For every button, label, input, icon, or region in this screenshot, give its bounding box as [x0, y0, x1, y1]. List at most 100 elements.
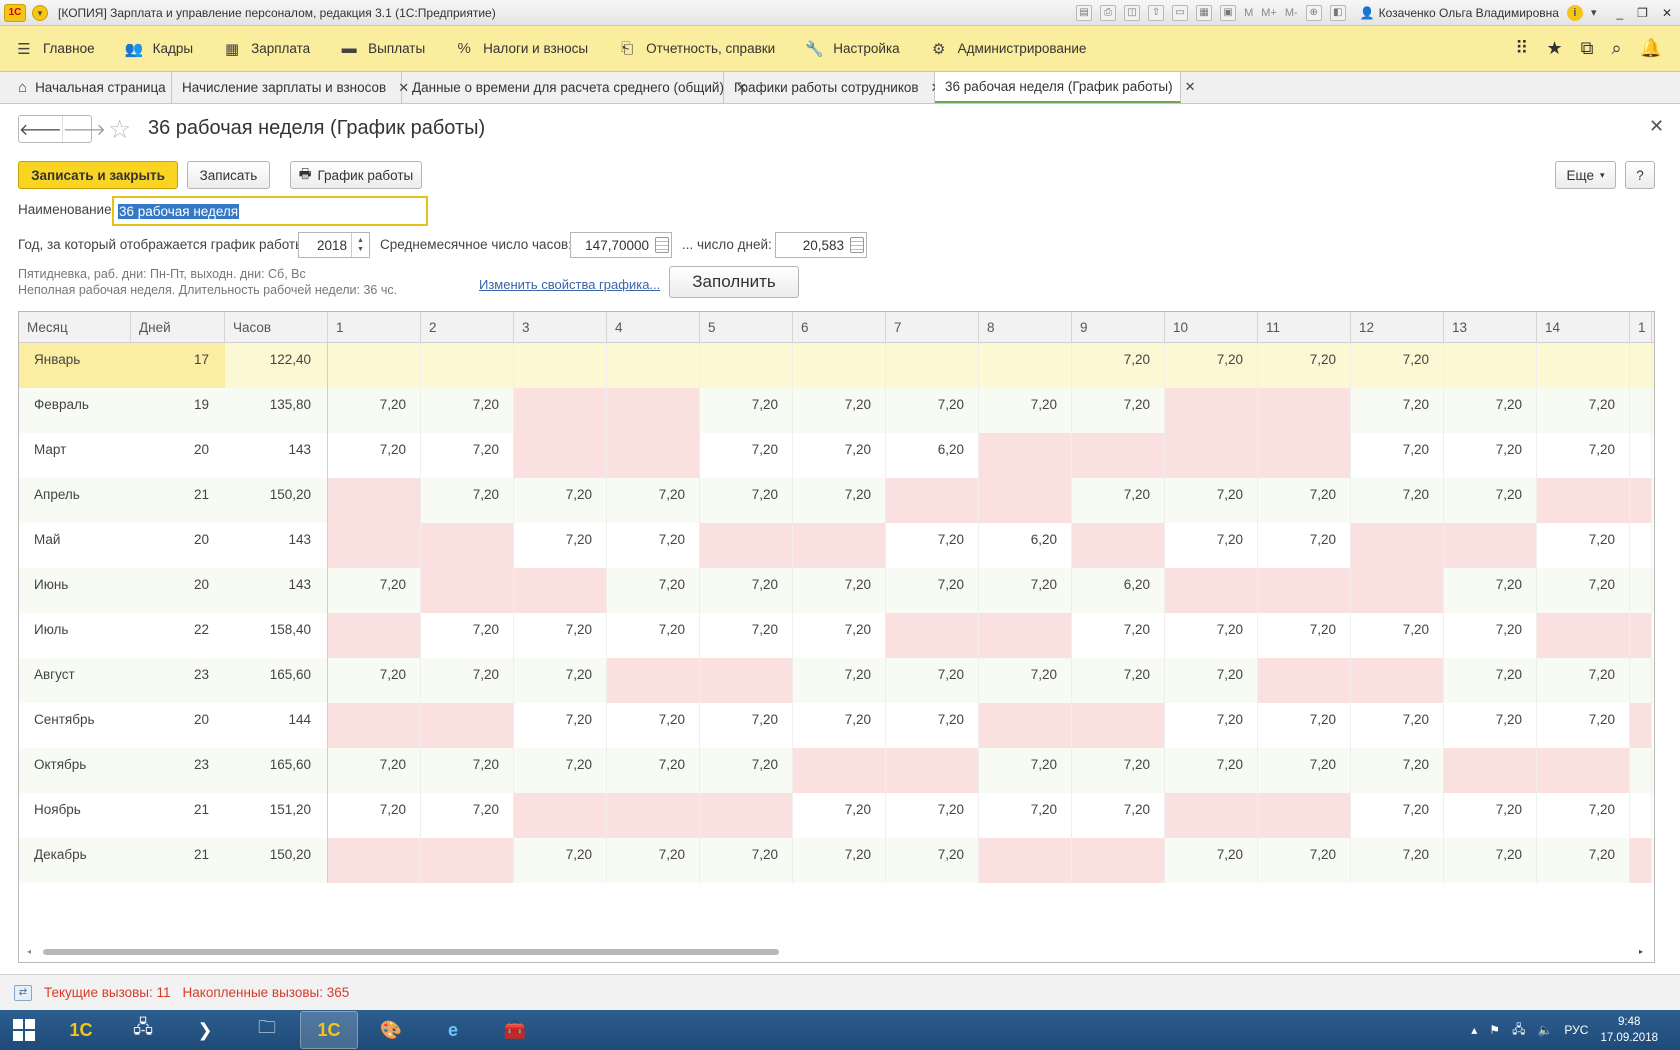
close-icon[interactable]: ✕ — [1185, 79, 1196, 95]
network-icon[interactable]: 🖧 — [1512, 1020, 1525, 1041]
day-cell[interactable] — [514, 343, 607, 388]
day-cell[interactable] — [1444, 343, 1537, 388]
days-cell[interactable]: 20 — [131, 523, 225, 568]
hours-cell[interactable]: 143 — [225, 433, 328, 478]
day-cell[interactable]: 7,20 — [328, 748, 421, 793]
day-cell[interactable]: 7,20 — [886, 568, 979, 613]
day-cell[interactable]: 7,20 — [1537, 433, 1630, 478]
zoom-icon[interactable]: ⊕ — [1305, 4, 1322, 21]
volume-icon[interactable]: 🔈 — [1537, 1023, 1552, 1037]
year-stepper[interactable]: ▲ ▼ — [351, 233, 369, 257]
day-off-cell[interactable] — [607, 793, 700, 838]
day-cell[interactable]: 7,20 — [1537, 838, 1630, 883]
taskbar-explorer-icon[interactable]: 🗀 — [238, 1011, 296, 1049]
day-off-cell[interactable] — [514, 793, 607, 838]
day-cell[interactable]: 7,20 — [886, 658, 979, 703]
calendar-icon[interactable]: ▣ — [1220, 4, 1237, 21]
day-off-cell[interactable] — [1165, 433, 1258, 478]
schedule-table[interactable]: Месяц Дней Часов 1 2 3 4 5 6 7 8 9 10 11 12 13 14 1 Январ… — [18, 311, 1655, 963]
day-off-cell[interactable] — [1258, 793, 1351, 838]
day-cell[interactable]: 7,20 — [1537, 523, 1630, 568]
day-cell[interactable] — [886, 343, 979, 388]
day-cell[interactable] — [421, 343, 514, 388]
day-cell[interactable]: 7,20 — [1072, 793, 1165, 838]
day-off-cell[interactable] — [1630, 703, 1652, 748]
day-cell[interactable]: 7,20 — [1165, 613, 1258, 658]
column-header[interactable]: 1 — [328, 312, 421, 342]
print-icon[interactable]: ⎙ — [1100, 4, 1117, 21]
day-cell[interactable]: 7,20 — [793, 838, 886, 883]
month-cell[interactable]: Апрель — [19, 478, 131, 523]
days-cell[interactable]: 23 — [131, 658, 225, 703]
scroll-left-icon[interactable]: ◂ — [27, 947, 31, 956]
day-cell[interactable]: 7,20 — [1351, 388, 1444, 433]
day-cell[interactable]: 7,20 — [1165, 748, 1258, 793]
day-cell[interactable]: 7,20 — [1165, 343, 1258, 388]
day-cell[interactable]: 7,20 — [1258, 748, 1351, 793]
day-off-cell[interactable] — [421, 838, 514, 883]
year-field[interactable]: 2018 ▲ ▼ — [298, 232, 370, 258]
day-cell[interactable]: 7,20 — [979, 658, 1072, 703]
day-cell[interactable]: 7,20 — [421, 658, 514, 703]
day-off-cell[interactable] — [886, 613, 979, 658]
day-off-cell[interactable] — [1537, 613, 1630, 658]
change-properties-link[interactable]: Изменить свойства графика... — [479, 277, 660, 292]
day-cell[interactable]: 7,20 — [514, 703, 607, 748]
close-form-icon[interactable]: ✕ — [1649, 116, 1664, 137]
day-cell[interactable]: 7,20 — [1444, 793, 1537, 838]
tab-home[interactable]: ⌂ Начальная страница — [0, 72, 172, 103]
memory-minus-button[interactable]: M- — [1285, 7, 1298, 19]
hours-cell[interactable]: 122,40 — [225, 343, 328, 388]
day-off-cell[interactable] — [1537, 748, 1630, 793]
day-cell[interactable] — [1630, 343, 1652, 388]
day-off-cell[interactable] — [328, 523, 421, 568]
tab-payroll[interactable]: Начисление зарплаты и взносов ✕ — [172, 72, 409, 103]
day-off-cell[interactable] — [793, 748, 886, 793]
table-row[interactable]: Февраль 19 135,80 7,20 7,20 7,20 7,20 7,20 7,20 7… — [19, 388, 1654, 433]
days-cell[interactable]: 23 — [131, 748, 225, 793]
more-button[interactable]: Еще ▾ — [1555, 161, 1616, 189]
day-off-cell[interactable] — [1444, 523, 1537, 568]
day-cell[interactable]: 7,20 — [700, 748, 793, 793]
day-cell[interactable]: 7,20 — [1444, 478, 1537, 523]
day-cell[interactable]: 7,20 — [607, 703, 700, 748]
day-cell[interactable] — [700, 343, 793, 388]
day-cell[interactable]: 7,20 — [1258, 478, 1351, 523]
days-cell[interactable]: 21 — [131, 478, 225, 523]
tray-expand-icon[interactable]: ▴ — [1471, 1023, 1477, 1037]
day-cell[interactable]: 7,20 — [607, 838, 700, 883]
day-cell[interactable] — [979, 343, 1072, 388]
fill-button[interactable]: Заполнить — [669, 266, 799, 298]
day-cell[interactable]: 7,20 — [793, 703, 886, 748]
favorite-star-icon[interactable]: ☆ — [108, 114, 131, 145]
column-header[interactable]: 3 — [514, 312, 607, 342]
day-cell[interactable]: 7,20 — [328, 568, 421, 613]
day-cell[interactable]: 7,20 — [514, 658, 607, 703]
day-cell[interactable]: 7,20 — [979, 568, 1072, 613]
day-off-cell[interactable] — [793, 523, 886, 568]
menu-salary[interactable]: ▦ Зарплата — [208, 26, 325, 72]
day-cell[interactable]: 7,20 — [979, 388, 1072, 433]
days-field[interactable]: 20,583 — [775, 232, 867, 258]
column-header[interactable]: 5 — [700, 312, 793, 342]
day-off-cell[interactable] — [328, 613, 421, 658]
hours-cell[interactable]: 158,40 — [225, 613, 328, 658]
column-header[interactable]: Дней — [131, 312, 225, 342]
table-row[interactable]: Январь 17 122,40 7,20 7,20 7,20 7,20 — [19, 343, 1654, 388]
days-cell[interactable]: 17 — [131, 343, 225, 388]
hours-cell[interactable]: 151,20 — [225, 793, 328, 838]
table-row[interactable]: Июнь 20 143 7,20 7,20 7,20 7,20 7,20 7,20 6,20 7,2… — [19, 568, 1654, 613]
schedule-print-button[interactable]: 🖶 График работы — [290, 161, 422, 189]
app-menu-button[interactable]: ▾ — [32, 4, 48, 21]
tab-average-time[interactable]: Данные о времени для расчета среднего (о… — [402, 72, 747, 103]
day-cell[interactable]: 7,20 — [1072, 478, 1165, 523]
hours-cell[interactable]: 135,80 — [225, 388, 328, 433]
apps-grid-icon[interactable]: ⠿ — [1515, 38, 1528, 59]
menu-staff[interactable]: 👥 Кадры — [110, 26, 208, 72]
column-header[interactable]: 4 — [607, 312, 700, 342]
day-cell[interactable]: 7,20 — [1258, 343, 1351, 388]
day-cell[interactable]: 7,20 — [700, 838, 793, 883]
day-cell[interactable]: 7,20 — [793, 613, 886, 658]
taskbar-powershell-icon[interactable]: ❯ — [176, 1011, 234, 1049]
day-cell[interactable] — [793, 343, 886, 388]
